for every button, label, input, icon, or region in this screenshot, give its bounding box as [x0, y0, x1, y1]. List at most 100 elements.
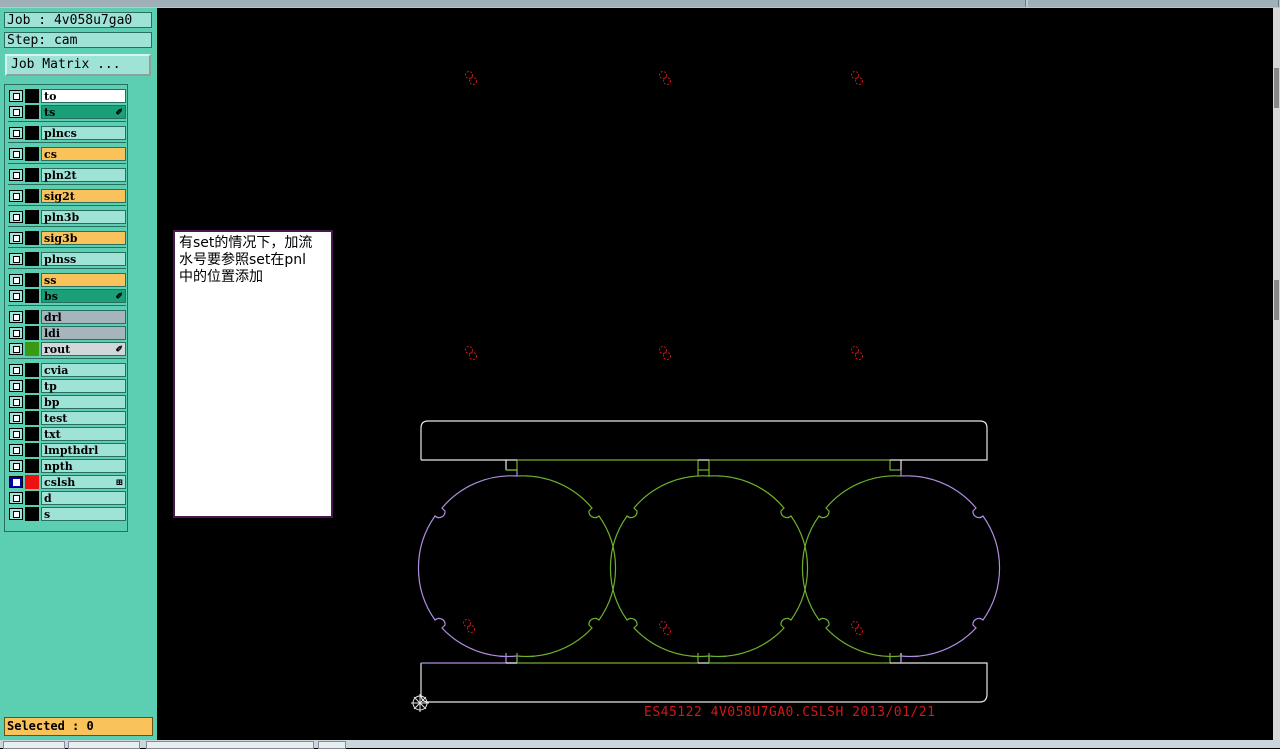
layer-row-s[interactable]: s	[8, 507, 126, 521]
layer-color-swatch[interactable]	[25, 231, 39, 245]
layer-checkbox-ldi[interactable]	[9, 327, 23, 339]
layer-row-lmpthdrl[interactable]: lmpthdrl	[8, 443, 126, 457]
layer-name-sig2t[interactable]: sig2t	[41, 189, 126, 203]
layer-row-txt[interactable]: txt	[8, 427, 126, 441]
layer-row-ldi[interactable]: ldi	[8, 326, 126, 340]
layer-color-swatch[interactable]	[25, 105, 39, 119]
layer-name-rout[interactable]: rout ✐	[41, 342, 126, 356]
layer-checkbox-rout[interactable]	[9, 343, 23, 355]
layer-checkbox-sig2t[interactable]	[9, 190, 23, 202]
layer-color-swatch[interactable]	[25, 147, 39, 161]
layer-name-to[interactable]: to	[41, 89, 126, 103]
layer-name-pln2t[interactable]: pln2t	[41, 168, 126, 182]
layer-color-swatch[interactable]	[25, 342, 39, 356]
layer-name-s[interactable]: s	[41, 507, 126, 521]
layer-color-swatch[interactable]	[25, 427, 39, 441]
layer-checkbox-test[interactable]	[9, 412, 23, 424]
layer-row-bp[interactable]: bp	[8, 395, 126, 409]
layer-color-swatch[interactable]	[25, 507, 39, 521]
layer-row-rout[interactable]: rout ✐	[8, 342, 126, 356]
layer-color-swatch[interactable]	[25, 273, 39, 287]
layer-color-swatch[interactable]	[25, 126, 39, 140]
layer-color-swatch[interactable]	[25, 363, 39, 377]
layer-checkbox-bs[interactable]	[9, 290, 23, 302]
layer-color-swatch[interactable]	[25, 168, 39, 182]
layer-color-swatch[interactable]	[25, 252, 39, 266]
layer-color-swatch[interactable]	[25, 210, 39, 224]
layer-row-npth[interactable]: npth	[8, 459, 126, 473]
layer-checkbox-sig3b[interactable]	[9, 232, 23, 244]
layer-color-swatch[interactable]	[25, 411, 39, 425]
layer-checkbox-pln3b[interactable]	[9, 211, 23, 223]
layer-checkbox-cs[interactable]	[9, 148, 23, 160]
layer-checkbox-txt[interactable]	[9, 428, 23, 440]
layer-checkbox-to[interactable]	[9, 90, 23, 102]
layer-color-swatch[interactable]	[25, 89, 39, 103]
layer-name-d[interactable]: d	[41, 491, 126, 505]
layer-name-npth[interactable]: npth	[41, 459, 126, 473]
vertical-scrollbar[interactable]	[1273, 8, 1280, 740]
layer-color-swatch[interactable]	[25, 310, 39, 324]
layer-name-cvia[interactable]: cvia	[41, 363, 126, 377]
layer-checkbox-s[interactable]	[9, 508, 23, 520]
layer-row-sig2t[interactable]: sig2t	[8, 189, 126, 203]
layer-checkbox-pln2t[interactable]	[9, 169, 23, 181]
layer-name-drl[interactable]: drl	[41, 310, 126, 324]
layer-name-test[interactable]: test	[41, 411, 126, 425]
layer-row-ts[interactable]: ts ✐	[8, 105, 126, 119]
layer-checkbox-cslsh[interactable]	[9, 476, 23, 488]
layer-name-bs[interactable]: bs ✐	[41, 289, 126, 303]
layer-name-ldi[interactable]: ldi	[41, 326, 126, 340]
scrollbar-thumb[interactable]	[1274, 68, 1279, 108]
note-line-3: 中的位置添加	[179, 269, 263, 285]
layer-name-cs[interactable]: cs	[41, 147, 126, 161]
layer-color-swatch[interactable]	[25, 459, 39, 473]
layer-row-test[interactable]: test	[8, 411, 126, 425]
layer-color-swatch[interactable]	[25, 395, 39, 409]
layer-row-pln3b[interactable]: pln3b	[8, 210, 126, 224]
layer-color-swatch[interactable]	[25, 491, 39, 505]
layer-row-sig3b[interactable]: sig3b	[8, 231, 126, 245]
layer-checkbox-ss[interactable]	[9, 274, 23, 286]
layer-checkbox-plncs[interactable]	[9, 127, 23, 139]
layer-name-txt[interactable]: txt	[41, 427, 126, 441]
layer-checkbox-bp[interactable]	[9, 396, 23, 408]
layer-checkbox-lmpthdrl[interactable]	[9, 444, 23, 456]
layer-checkbox-plnss[interactable]	[9, 253, 23, 265]
layer-name-plncs[interactable]: plncs	[41, 126, 126, 140]
layer-row-tp[interactable]: tp	[8, 379, 126, 393]
layer-color-swatch[interactable]	[25, 475, 39, 489]
layer-color-swatch[interactable]	[25, 379, 39, 393]
layer-color-swatch[interactable]	[25, 289, 39, 303]
layer-row-cvia[interactable]: cvia	[8, 363, 126, 377]
layer-checkbox-npth[interactable]	[9, 460, 23, 472]
layer-row-d[interactable]: d	[8, 491, 126, 505]
layer-row-ss[interactable]: ss	[8, 273, 126, 287]
layer-color-swatch[interactable]	[25, 326, 39, 340]
layer-row-pln2t[interactable]: pln2t	[8, 168, 126, 182]
layer-checkbox-d[interactable]	[9, 492, 23, 504]
job-matrix-button[interactable]: Job Matrix ...	[5, 54, 151, 76]
layer-row-to[interactable]: to	[8, 89, 126, 103]
layer-name-tp[interactable]: tp	[41, 379, 126, 393]
layer-row-cslsh[interactable]: cslsh ⊞	[8, 475, 126, 489]
layer-name-cslsh[interactable]: cslsh ⊞	[41, 475, 126, 489]
layer-row-drl[interactable]: drl	[8, 310, 126, 324]
layer-color-swatch[interactable]	[25, 443, 39, 457]
layer-name-plnss[interactable]: plnss	[41, 252, 126, 266]
layer-checkbox-ts[interactable]	[9, 106, 23, 118]
layer-row-plncs[interactable]: plncs	[8, 126, 126, 140]
layer-row-bs[interactable]: bs ✐	[8, 289, 126, 303]
layer-row-cs[interactable]: cs	[8, 147, 126, 161]
layer-color-swatch[interactable]	[25, 189, 39, 203]
layer-checkbox-tp[interactable]	[9, 380, 23, 392]
layer-checkbox-cvia[interactable]	[9, 364, 23, 376]
layer-name-lmpthdrl[interactable]: lmpthdrl	[41, 443, 126, 457]
layer-name-pln3b[interactable]: pln3b	[41, 210, 126, 224]
layer-checkbox-drl[interactable]	[9, 311, 23, 323]
layer-name-sig3b[interactable]: sig3b	[41, 231, 126, 245]
layer-name-ss[interactable]: ss	[41, 273, 126, 287]
layer-name-bp[interactable]: bp	[41, 395, 126, 409]
layer-row-plnss[interactable]: plnss	[8, 252, 126, 266]
layer-name-ts[interactable]: ts ✐	[41, 105, 126, 119]
